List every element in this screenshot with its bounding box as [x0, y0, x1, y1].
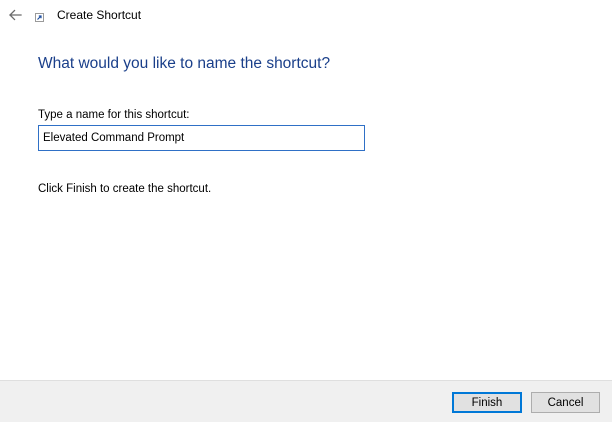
shortcut-name-input[interactable]	[38, 125, 365, 151]
finish-button[interactable]: Finish	[452, 392, 522, 413]
cancel-button[interactable]: Cancel	[531, 392, 600, 413]
window-title: Create Shortcut	[57, 8, 142, 22]
shortcut-icon	[35, 13, 44, 22]
shortcut-name-label: Type a name for this shortcut:	[38, 109, 190, 121]
page-heading: What would you like to name the shortcut…	[38, 55, 331, 72]
back-button[interactable]	[4, 4, 26, 26]
button-bar: Finish Cancel	[0, 380, 612, 422]
instruction-text: Click Finish to create the shortcut.	[38, 183, 212, 195]
title-bar: Create Shortcut	[0, 0, 612, 32]
back-arrow-icon	[9, 9, 22, 21]
